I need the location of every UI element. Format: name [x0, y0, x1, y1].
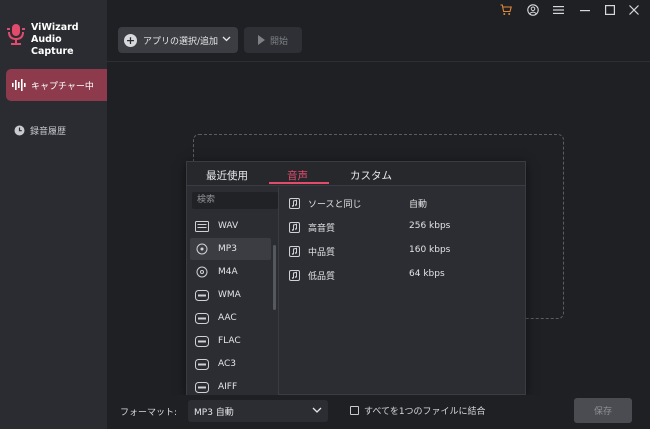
music-note-icon [289, 221, 300, 233]
file-icon [194, 312, 210, 324]
format-select[interactable]: MP3 自動 [188, 400, 328, 422]
sidebar: ViWizard Audio Capture キャプチャー中 録音履歴 [0, 0, 107, 429]
format-item-m4a[interactable]: M4A [190, 261, 271, 283]
start-label: 開始 [269, 36, 288, 47]
format-label: FLAC [218, 336, 241, 346]
format-list: 検索 WAV MP3 M4A WMA AAC FLAC AC3 AIFF [187, 187, 279, 395]
format-label: WAV [218, 221, 239, 231]
play-icon [257, 35, 265, 45]
quality-label: ソースと同じ [308, 199, 362, 210]
file-icon [194, 381, 210, 393]
chevron-down-icon [222, 35, 231, 45]
file-icon [194, 220, 210, 232]
format-item-aac[interactable]: AAC [190, 307, 271, 329]
start-button[interactable]: 開始 [244, 27, 302, 53]
app-name-line1: ViWizard [31, 22, 79, 33]
app-name-line2: Audio Capture [31, 34, 74, 57]
format-label: WMA [218, 290, 241, 300]
format-label: M4A [218, 267, 238, 277]
sidebar-item-history[interactable]: 録音履歴 [6, 114, 66, 146]
format-item-flac[interactable]: FLAC [190, 330, 271, 352]
account-icon[interactable] [526, 3, 540, 17]
checkbox-icon [350, 406, 359, 415]
quality-item-source[interactable]: ソースと同じ [289, 196, 362, 210]
quality-label: 中品質 [308, 247, 336, 258]
format-item-mp3[interactable]: MP3 [190, 238, 271, 260]
format-item-wav[interactable]: WAV [190, 215, 271, 237]
quality-value: 160 kbps [409, 245, 451, 255]
quality-item-high[interactable]: 高音質 [289, 220, 335, 234]
format-tabs: 最近使用 音声 カスタム [187, 162, 525, 186]
toolbar: + アプリの選択/追加 開始 [107, 0, 650, 62]
format-label: AAC [218, 313, 237, 323]
quality-value: 256 kbps [409, 221, 451, 231]
menu-icon[interactable] [551, 3, 565, 17]
format-item-aiff[interactable]: AIFF [190, 376, 271, 395]
file-icon [194, 289, 210, 301]
clock-icon [14, 125, 25, 136]
cart-icon[interactable] [499, 3, 513, 17]
close-icon[interactable] [627, 3, 641, 17]
bottom-bar: フォーマット: MP3 自動 すべてを1つのファイルに結合 保存 [107, 395, 650, 429]
quality-value: 自動 [409, 200, 428, 210]
sidebar-item-label: キャプチャー中 [31, 81, 94, 92]
format-item-ac3[interactable]: AC3 [190, 353, 271, 375]
format-label: AC3 [218, 359, 237, 369]
tab-audio[interactable]: 音声 [287, 168, 308, 183]
sidebar-item-label: 録音履歴 [30, 126, 67, 137]
format-popup: 最近使用 音声 カスタム 検索 WAV MP3 M4A WMA AAC FLAC [186, 161, 526, 395]
search-input[interactable]: 検索 [192, 192, 278, 209]
music-note-icon [289, 269, 300, 281]
add-app-button[interactable]: + アプリの選択/追加 [118, 27, 238, 53]
file-icon [194, 358, 210, 370]
tab-custom[interactable]: カスタム [350, 168, 392, 183]
add-app-label: アプリの選択/追加 [143, 36, 219, 47]
quality-label: 高音質 [308, 223, 336, 234]
quality-item-medium[interactable]: 中品質 [289, 244, 335, 258]
minimize-icon[interactable] [578, 3, 592, 17]
format-item-wma[interactable]: WMA [190, 284, 271, 306]
merge-label: すべてを1つのファイルに結合 [364, 407, 486, 417]
sidebar-item-capturing[interactable]: キャプチャー中 [6, 69, 107, 101]
plus-icon: + [124, 33, 137, 47]
tab-underline [269, 182, 329, 184]
format-label: MP3 [218, 244, 237, 254]
format-label: AIFF [218, 382, 238, 392]
disc-icon [194, 243, 210, 255]
file-icon [194, 335, 210, 347]
quality-label: 低品質 [308, 271, 336, 282]
music-note-icon [289, 245, 300, 257]
format-list-scrollbar[interactable] [273, 245, 276, 310]
chevron-down-icon [312, 406, 322, 416]
music-note-icon [289, 197, 300, 209]
merge-checkbox[interactable]: すべてを1つのファイルに結合 [350, 404, 486, 417]
app-name: ViWizard Audio Capture [31, 22, 107, 58]
save-button[interactable]: 保存 [574, 398, 632, 423]
maximize-icon[interactable] [603, 3, 617, 17]
disc-icon [194, 266, 210, 278]
waveform-icon [12, 79, 26, 91]
tab-recent[interactable]: 最近使用 [206, 168, 248, 183]
app-logo-icon [6, 22, 26, 46]
format-select-value: MP3 自動 [194, 407, 234, 418]
format-label: フォーマット: [120, 408, 178, 418]
quality-item-low[interactable]: 低品質 [289, 268, 335, 282]
quality-value: 64 kbps [409, 269, 445, 279]
